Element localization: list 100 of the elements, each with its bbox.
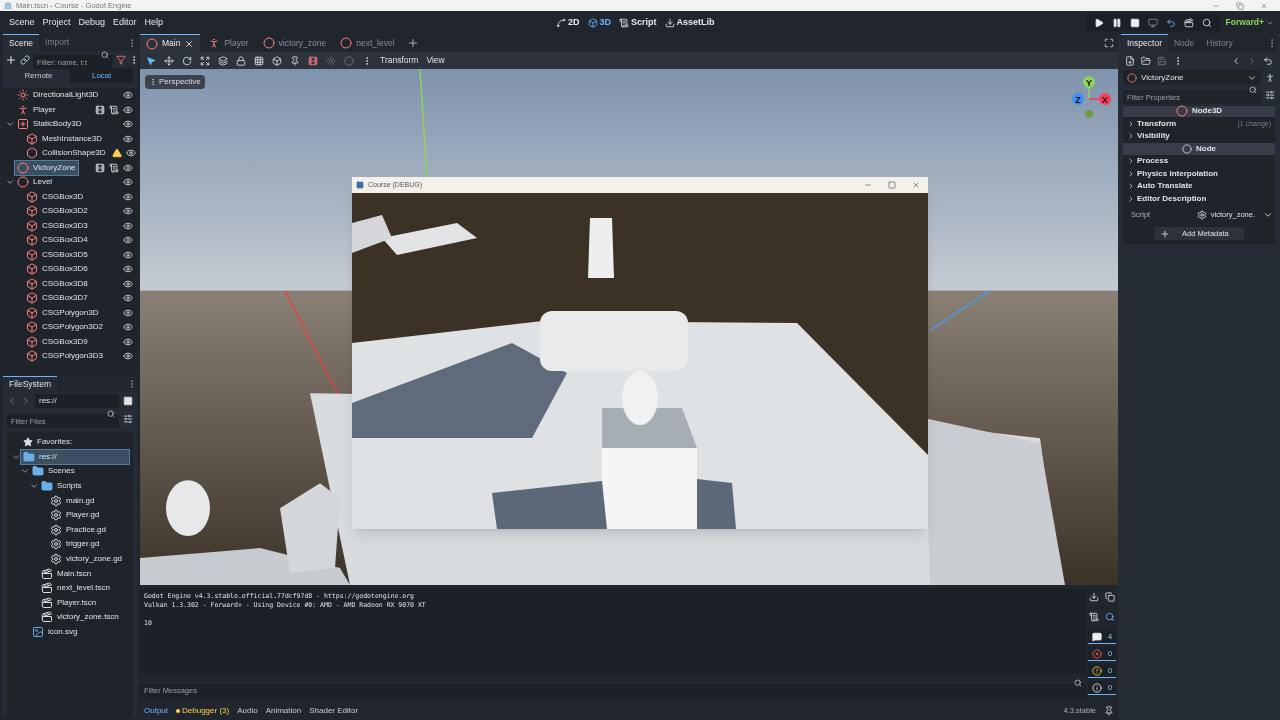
file-item[interactable]: victory_zone.gd [48, 551, 129, 567]
close-icon[interactable] [184, 38, 195, 49]
property-group[interactable]: Process [1127, 155, 1169, 168]
visibility-icon[interactable] [123, 351, 133, 362]
bottom-tab[interactable]: Output [144, 705, 168, 717]
fullscreen-icon[interactable] [1104, 38, 1114, 48]
file-item[interactable]: Player.tscn [39, 595, 129, 611]
dock-tab[interactable]: Scene [3, 34, 40, 51]
tree-item[interactable]: CSGBox3D8 [24, 276, 90, 291]
menu-item[interactable]: Project [39, 15, 74, 30]
tree-item[interactable]: CSGPolygon3D3 [24, 349, 105, 364]
property-group[interactable]: Auto Translate [1127, 180, 1193, 193]
visibility-icon[interactable] [123, 119, 133, 130]
tree-item[interactable]: CollisionShape3D [24, 146, 108, 161]
visibility-icon[interactable] [123, 162, 133, 173]
bottom-tab[interactable]: Animation [265, 705, 302, 717]
visibility-icon[interactable] [123, 220, 133, 231]
person-icon[interactable] [1265, 72, 1275, 83]
visibility-icon[interactable] [123, 206, 133, 217]
history-icon[interactable] [1263, 55, 1273, 66]
renderer-menu[interactable]: Forward+ [1225, 16, 1274, 29]
dock-tab[interactable]: Inspector [1121, 34, 1168, 52]
save-icon[interactable] [1157, 55, 1167, 66]
visibility-icon[interactable] [123, 104, 133, 115]
monitor-icon[interactable] [1147, 17, 1158, 28]
menu-item[interactable]: Debug [75, 15, 109, 30]
tree-item[interactable]: CSGPolygon3D2 [24, 320, 105, 335]
property-group[interactable]: Visibility [1127, 130, 1170, 143]
move-icon[interactable] [164, 55, 174, 66]
visibility-icon[interactable] [123, 293, 133, 304]
visibility-icon[interactable] [123, 235, 133, 246]
sort-icon[interactable] [123, 413, 133, 424]
layers-icon[interactable] [218, 55, 228, 66]
rotate-icon[interactable] [182, 55, 192, 66]
file-item[interactable]: Scenes [30, 464, 129, 479]
menu-item[interactable]: Editor [110, 15, 140, 30]
menu-item[interactable]: Scene [6, 15, 38, 30]
new-file-icon[interactable] [1125, 55, 1135, 66]
tree-item[interactable]: CSGBox3D7 [24, 291, 90, 306]
file-item[interactable]: main.gd [48, 493, 129, 508]
pause-icon[interactable] [1111, 17, 1122, 28]
visibility-icon[interactable] [123, 322, 133, 333]
reload-icon[interactable] [1165, 17, 1176, 28]
visibility-icon[interactable] [123, 177, 133, 188]
scale-icon[interactable] [200, 55, 210, 66]
file-item[interactable]: victory_zone.tscn [39, 610, 129, 625]
property-group[interactable]: Editor Description [1127, 192, 1207, 205]
sun-icon[interactable] [326, 55, 336, 66]
workspace-tab[interactable]: AssetLib [664, 15, 715, 30]
film-icon[interactable] [308, 55, 318, 66]
tree-item[interactable]: CSGPolygon3D [24, 305, 101, 320]
add-icon[interactable] [406, 37, 419, 49]
tree-item[interactable]: DirectionalLight3D [15, 88, 101, 103]
scroll-icon[interactable] [1089, 612, 1099, 622]
visibility-icon[interactable] [123, 133, 133, 144]
workspace-tab[interactable]: 2D [556, 15, 580, 30]
forward-icon[interactable] [21, 396, 31, 406]
script-icon[interactable] [109, 162, 119, 173]
open-folder-icon[interactable] [1141, 55, 1151, 66]
pointer-icon[interactable] [146, 55, 156, 66]
dock-tab[interactable]: History [1200, 34, 1239, 52]
dock-tab[interactable]: Import [39, 34, 76, 51]
file-item[interactable]: icon.svg [30, 624, 129, 640]
mode-tab[interactable]: Local [70, 68, 133, 83]
menu-item[interactable]: Help [141, 15, 167, 30]
lock-icon[interactable] [236, 55, 246, 66]
editor-tab[interactable]: victory_zone [256, 34, 333, 52]
tree-item[interactable]: CSGBox3D5 [24, 247, 90, 262]
editor-tab[interactable]: Player [202, 34, 255, 52]
visibility-icon[interactable] [123, 264, 133, 275]
file-item[interactable]: Player.gd [48, 507, 129, 523]
search-icon[interactable] [1105, 612, 1115, 622]
pin-icon[interactable] [290, 55, 300, 66]
editor-tab[interactable]: Main [140, 34, 201, 52]
tree-item[interactable]: Level [15, 175, 55, 190]
script-icon[interactable] [109, 104, 119, 115]
tree-item[interactable]: CSGBox3D2 [24, 204, 90, 219]
link-icon[interactable] [20, 54, 30, 65]
pin-icon[interactable] [1104, 706, 1114, 716]
mode-tab[interactable]: Remote [7, 68, 70, 83]
tree-item[interactable]: CSGBox3D6 [24, 262, 90, 277]
tree-item[interactable]: CSGBox3D [24, 189, 86, 204]
bottom-tab[interactable]: Shader Editor [309, 705, 359, 717]
sliders-icon[interactable] [1265, 89, 1275, 100]
filter-icon[interactable] [116, 54, 126, 65]
visibility-icon[interactable] [123, 278, 133, 289]
cube-icon[interactable] [272, 55, 282, 66]
toolbar-menu[interactable]: Transform [380, 54, 419, 67]
search-icon[interactable] [1201, 17, 1212, 28]
grid-icon[interactable] [254, 55, 264, 66]
bottom-tab[interactable]: Audio [237, 705, 258, 717]
file-item[interactable]: Main.tscn [39, 566, 129, 581]
tree-item[interactable]: MeshInstance3D [24, 131, 105, 146]
file-item[interactable]: next_level.tscn [39, 580, 129, 596]
visibility-icon[interactable] [123, 249, 133, 260]
visibility-icon[interactable] [123, 191, 133, 202]
file-item[interactable]: res:// [21, 449, 129, 465]
property-group[interactable]: Transform [1127, 117, 1177, 130]
bottom-tab[interactable]: Debugger (3) [176, 705, 230, 717]
tree-item[interactable]: CSGBox3D3 [24, 218, 90, 233]
